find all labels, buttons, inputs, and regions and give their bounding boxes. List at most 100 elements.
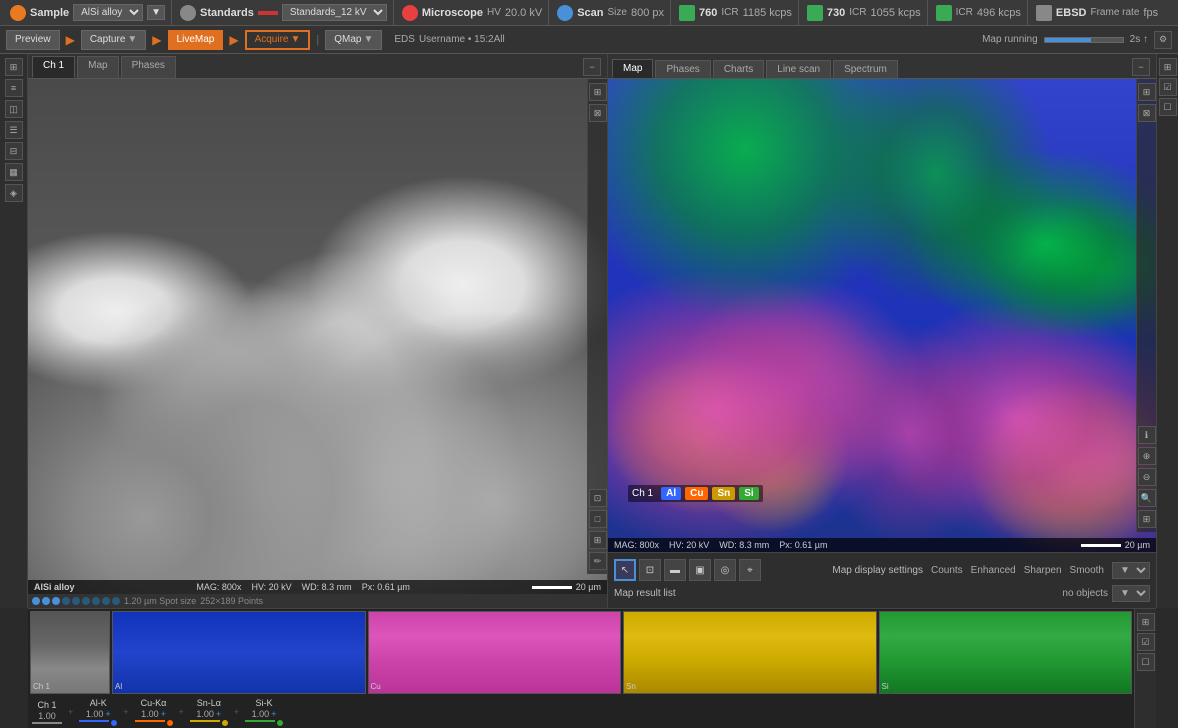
map-display-right: Map display settings Counts Enhanced Sha… bbox=[832, 562, 1150, 579]
toolbar: Preview ▶ Capture ▼ ▶ LiveMap ▶ Acquire … bbox=[0, 26, 1178, 54]
sem-background bbox=[28, 79, 607, 594]
right-tab-phases[interactable]: Phases bbox=[655, 60, 710, 78]
standards-red-bar bbox=[258, 11, 278, 15]
ch730-label: 730 bbox=[827, 7, 845, 19]
right-sidebar-btn-2[interactable]: ☑ bbox=[1159, 78, 1177, 96]
right-panel: Map Phases Charts Line scan Spectrum − C… bbox=[608, 54, 1156, 608]
dot-8 bbox=[102, 597, 110, 605]
right-tab-linescan[interactable]: Line scan bbox=[766, 60, 831, 78]
bottom-ctrl-1[interactable]: ⊞ bbox=[1137, 613, 1155, 631]
map-ctrl-5[interactable]: ◎ bbox=[714, 559, 736, 581]
left-sidebar: ⊞ ≡ ◫ ☰ ⊟ ▦ ◈ bbox=[0, 54, 28, 608]
ch-sep-2: + bbox=[123, 707, 128, 717]
acquire-button[interactable]: Acquire ▼ bbox=[245, 30, 311, 50]
img-btn-5[interactable]: ⊞ bbox=[589, 531, 607, 549]
eds-btn-info[interactable]: ℹ bbox=[1138, 426, 1156, 444]
thumb-sn[interactable]: Sn bbox=[623, 611, 877, 694]
preview-button[interactable]: Preview bbox=[6, 30, 60, 50]
sidebar-btn-7[interactable]: ◈ bbox=[5, 184, 23, 202]
username-label: Username • 15:2All bbox=[419, 34, 505, 45]
tab-minimize-btn[interactable]: − bbox=[583, 58, 601, 76]
image-right-buttons: ⊞ ⊠ ⊡ □ ⊞ ✏ bbox=[587, 79, 607, 574]
right-tab-spectrum[interactable]: Spectrum bbox=[833, 60, 898, 78]
eds-stats: MAG: 800x HV: 20 kV WD: 8.3 mm Px: 0.61 … bbox=[614, 540, 828, 550]
element-labels: Ch 1 Al Cu Sn Si bbox=[628, 485, 763, 502]
spot-dots bbox=[32, 597, 120, 605]
eds-btn-1[interactable]: ⊞ bbox=[1138, 83, 1156, 101]
sidebar-btn-3[interactable]: ◫ bbox=[5, 100, 23, 118]
right-tab-charts[interactable]: Charts bbox=[713, 60, 764, 78]
tab-ch1[interactable]: Ch 1 bbox=[32, 56, 75, 78]
thumbnails-area: Ch 1 Al Cu Sn bbox=[28, 609, 1134, 728]
sample-dropdown[interactable]: AlSi alloy bbox=[73, 4, 143, 21]
map-display-dropdown[interactable]: ▼ bbox=[1112, 562, 1150, 579]
thumb-si-label: Si bbox=[882, 682, 889, 691]
ch730-value: 1055 kcps bbox=[871, 7, 921, 19]
right-tab-actions: − bbox=[1130, 56, 1152, 78]
sidebar-btn-4[interactable]: ☰ bbox=[5, 121, 23, 139]
thumb-sem[interactable]: Ch 1 bbox=[30, 611, 110, 694]
arrow-icon-1: ▶ bbox=[66, 33, 75, 47]
ch-item-si: Si-K 1.00 + bbox=[245, 698, 283, 726]
eds-btn-5[interactable]: 🔍 bbox=[1138, 489, 1156, 507]
size-value: 800 px bbox=[631, 7, 664, 19]
map-settings-button[interactable]: ⚙ bbox=[1154, 31, 1172, 49]
thumb-al[interactable]: Al bbox=[112, 611, 366, 694]
cu-line bbox=[135, 720, 165, 722]
map-ctrl-4[interactable]: ▣ bbox=[689, 559, 711, 581]
map-display-settings-label: Map display settings bbox=[832, 565, 923, 576]
element-si[interactable]: Si bbox=[739, 487, 758, 500]
right-tab-minimize-btn[interactable]: − bbox=[1132, 58, 1150, 76]
sidebar-btn-2[interactable]: ≡ bbox=[5, 79, 23, 97]
al-dot bbox=[111, 720, 117, 726]
map-ctrl-2[interactable]: ⊡ bbox=[639, 559, 661, 581]
img-btn-2[interactable]: ⊠ bbox=[589, 104, 607, 122]
sidebar-btn-5[interactable]: ⊟ bbox=[5, 142, 23, 160]
bottom-ctrl-3[interactable]: ☐ bbox=[1137, 653, 1155, 671]
map-ctrl-3[interactable]: ▬ bbox=[664, 559, 686, 581]
capture-button[interactable]: Capture ▼ bbox=[81, 30, 146, 50]
sn-line bbox=[190, 720, 220, 722]
right-sidebar-btn-1[interactable]: ⊞ bbox=[1159, 58, 1177, 76]
img-btn-3[interactable]: ⊡ bbox=[589, 489, 607, 507]
tab-phases[interactable]: Phases bbox=[121, 56, 176, 78]
sem-stats: MAG: 800x HV: 20 kV WD: 8.3 mm Px: 0.61 … bbox=[196, 582, 410, 592]
sample-subdropdown[interactable]: ▼ bbox=[147, 5, 165, 20]
eds-btn-4[interactable]: ⊖ bbox=[1138, 468, 1156, 486]
right-sidebar-btn-3[interactable]: ☐ bbox=[1159, 98, 1177, 116]
element-cu[interactable]: Cu bbox=[685, 487, 708, 500]
dot-1 bbox=[32, 597, 40, 605]
tab-map[interactable]: Map bbox=[77, 56, 118, 78]
element-sn[interactable]: Sn bbox=[712, 487, 735, 500]
sample-section: Sample AlSi alloy ▼ bbox=[4, 0, 172, 25]
eds-btn-export[interactable]: ⊞ bbox=[1138, 510, 1156, 528]
standards-section: Standards Standards_12 kV bbox=[174, 0, 394, 25]
hv-label: HV bbox=[487, 7, 501, 18]
map-result-dropdown[interactable]: ▼ bbox=[1112, 585, 1150, 602]
ch-item-sn: Sn-Lα 1.00 + bbox=[190, 698, 228, 726]
map-ctrl-cursor[interactable]: ↖ bbox=[614, 559, 636, 581]
thumb-si[interactable]: Si bbox=[879, 611, 1133, 694]
eds-btn-2[interactable]: ⊠ bbox=[1138, 104, 1156, 122]
eds-scale-bar: 20 µm bbox=[1081, 540, 1150, 550]
eds-btn-3[interactable]: ⊕ bbox=[1138, 447, 1156, 465]
right-tab-map[interactable]: Map bbox=[612, 59, 653, 78]
standards-dropdown[interactable]: Standards_12 kV bbox=[282, 4, 387, 21]
img-btn-6[interactable]: ✏ bbox=[589, 552, 607, 570]
livemap-button[interactable]: LiveMap bbox=[168, 30, 224, 50]
qmap-button[interactable]: QMap ▼ bbox=[325, 30, 382, 50]
img-btn-1[interactable]: ⊞ bbox=[589, 83, 607, 101]
bottom-ctrl-2[interactable]: ☑ bbox=[1137, 633, 1155, 651]
element-al[interactable]: Al bbox=[661, 487, 681, 500]
eds-map-container: Ch 1 Al Cu Sn Si ⊞ ⊠ ℹ ⊕ ⊖ 🔍 ⊞ MAG: 800 bbox=[608, 79, 1156, 552]
sidebar-btn-1[interactable]: ⊞ bbox=[5, 58, 23, 76]
map-ctrl-6[interactable]: ⌖ bbox=[739, 559, 761, 581]
ch0-line bbox=[32, 722, 62, 724]
sem-scale-bar: 20 µm bbox=[532, 582, 601, 592]
map-progress-fill bbox=[1045, 38, 1092, 42]
sidebar-btn-6[interactable]: ▦ bbox=[5, 163, 23, 181]
ebsd-icon bbox=[1036, 5, 1052, 21]
img-btn-4[interactable]: □ bbox=[589, 510, 607, 528]
map-controls: ↖ ⊡ ▬ ▣ ◎ ⌖ Map display settings Counts … bbox=[608, 552, 1156, 608]
thumb-cu[interactable]: Cu bbox=[368, 611, 622, 694]
